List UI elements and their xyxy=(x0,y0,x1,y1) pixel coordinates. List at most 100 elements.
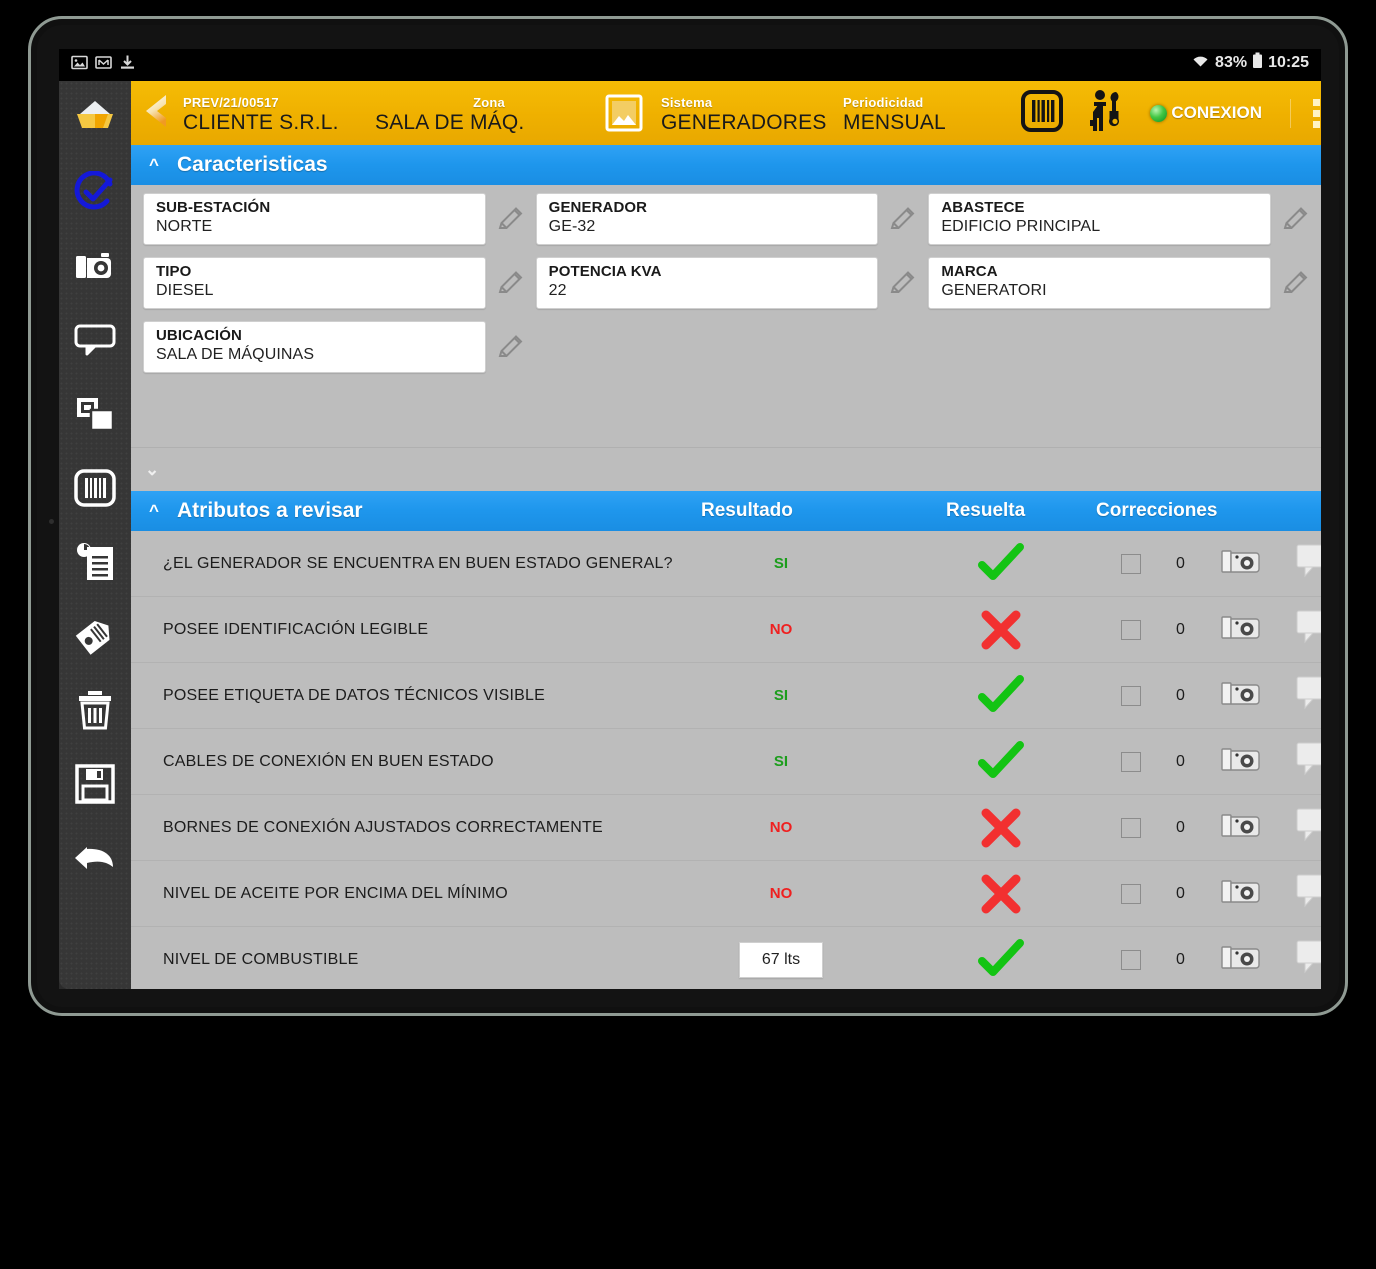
cross-icon[interactable] xyxy=(921,609,1081,651)
field-generador[interactable]: GENERADOR GE-32 xyxy=(535,193,929,245)
correction-count: 0 xyxy=(1176,554,1185,572)
field-ubicacion[interactable]: UBICACIÓN SALA DE MÁQUINAS xyxy=(143,321,536,373)
table-row[interactable]: CABLES DE CONEXIÓN EN BUEN ESTADO SI 0 xyxy=(131,729,1321,795)
attribute-result[interactable]: SI xyxy=(691,753,871,770)
attribute-result[interactable]: SI xyxy=(691,687,871,704)
pencil-icon[interactable] xyxy=(486,204,536,234)
comment-icon[interactable] xyxy=(1296,940,1321,979)
sidebar-item-check[interactable] xyxy=(59,155,131,229)
table-row[interactable]: POSEE IDENTIFICACIÓN LEGIBLE NO 0 xyxy=(131,597,1321,663)
caracteristicas-row: UBICACIÓN SALA DE MÁQUINAS xyxy=(131,321,1321,385)
connection-label: CONEXION xyxy=(1171,103,1262,122)
barcode-icon[interactable] xyxy=(1020,89,1064,137)
sidebar-item-trash[interactable] xyxy=(59,673,131,747)
pencil-icon[interactable] xyxy=(878,204,928,234)
field-sub-estacion[interactable]: SUB-ESTACIÓN NORTE xyxy=(143,193,536,245)
cross-icon[interactable] xyxy=(921,873,1081,915)
camera-icon[interactable] xyxy=(1221,611,1261,648)
table-row[interactable]: BORNES DE CONEXIÓN AJUSTADOS CORRECTAMEN… xyxy=(131,795,1321,861)
sidebar-item-tag[interactable] xyxy=(59,599,131,673)
chevron-down-icon[interactable]: ⌄ xyxy=(145,460,159,480)
comment-icon[interactable] xyxy=(1296,610,1321,649)
comment-icon[interactable] xyxy=(1296,874,1321,913)
pencil-icon[interactable] xyxy=(1271,268,1321,298)
pencil-icon[interactable] xyxy=(486,268,536,298)
check-icon[interactable] xyxy=(921,542,1081,585)
correction-checkbox[interactable] xyxy=(1121,949,1141,970)
attribute-name: NIVEL DE ACEITE POR ENCIMA DEL MÍNIMO xyxy=(163,884,508,902)
sidebar-item-back[interactable] xyxy=(59,821,131,895)
caracteristicas-expand-toggle[interactable]: ⌄ xyxy=(131,447,1321,491)
check-icon[interactable] xyxy=(921,740,1081,783)
attribute-result[interactable]: NO xyxy=(691,621,871,638)
attribute-result[interactable]: NO xyxy=(691,819,871,836)
sidebar-item-save[interactable] xyxy=(59,747,131,821)
correction-checkbox[interactable] xyxy=(1121,619,1141,640)
atributos-table: ¿EL GENERADOR SE ENCUENTRA EN BUEN ESTAD… xyxy=(131,531,1321,989)
correction-checkbox[interactable] xyxy=(1121,817,1141,838)
field-value: DIESEL xyxy=(156,282,214,299)
fuel-level-value[interactable]: 67 lts xyxy=(738,941,824,978)
camera-icon[interactable] xyxy=(1221,941,1261,978)
field-value: EDIFICIO PRINCIPAL xyxy=(941,218,1101,235)
sidebar-item-comment[interactable] xyxy=(59,303,131,377)
comment-icon[interactable] xyxy=(1296,676,1321,715)
correction-checkbox[interactable] xyxy=(1121,553,1141,574)
sidebar-item-folder[interactable] xyxy=(59,81,131,155)
attribute-result[interactable]: SI xyxy=(691,555,871,572)
caracteristicas-header[interactable]: ^ Caracteristicas xyxy=(131,145,1321,185)
sidebar-item-camera[interactable] xyxy=(59,229,131,303)
caracteristicas-title: Caracteristicas xyxy=(177,153,328,176)
field-tipo[interactable]: TIPO DIESEL xyxy=(143,257,536,309)
save-icon xyxy=(75,764,115,804)
table-row[interactable]: POSEE ETIQUETA DE DATOS TÉCNICOS VISIBLE… xyxy=(131,663,1321,729)
camera-icon[interactable] xyxy=(1221,875,1261,912)
column-header-resultado: Resultado xyxy=(701,500,793,521)
camera-icon[interactable] xyxy=(1221,743,1261,780)
pencil-icon[interactable] xyxy=(878,268,928,298)
technician-icon[interactable] xyxy=(1086,89,1128,138)
pencil-icon[interactable] xyxy=(1271,204,1321,234)
connection-led-icon xyxy=(1150,104,1168,122)
correction-checkbox[interactable] xyxy=(1121,883,1141,904)
table-row[interactable]: ¿EL GENERADOR SE ENCUENTRA EN BUEN ESTAD… xyxy=(131,531,1321,597)
camera-icon[interactable] xyxy=(1221,677,1261,714)
sidebar-item-barcode[interactable] xyxy=(59,451,131,525)
image-icon xyxy=(71,54,88,71)
comment-icon[interactable] xyxy=(1296,544,1321,583)
correction-count: 0 xyxy=(1176,818,1185,836)
check-circle-icon xyxy=(74,171,116,213)
table-row[interactable]: NIVEL DE ACEITE POR ENCIMA DEL MÍNIMO NO… xyxy=(131,861,1321,927)
camera-icon[interactable] xyxy=(1221,545,1261,582)
sidebar-item-copy[interactable] xyxy=(59,377,131,451)
correction-checkbox[interactable] xyxy=(1121,685,1141,706)
sistema-field: Sistema GENERADORES xyxy=(661,92,839,135)
photo-icon[interactable] xyxy=(601,93,647,133)
correction-checkbox[interactable] xyxy=(1121,751,1141,772)
cross-icon[interactable] xyxy=(921,807,1081,849)
sistema-value: GENERADORES xyxy=(661,110,827,134)
order-number-field: PREV/21/00517 CLIENTE S.R.L. xyxy=(183,92,375,135)
back-button[interactable] xyxy=(131,91,183,136)
check-icon[interactable] xyxy=(921,674,1081,717)
sidebar-item-clipboard[interactable] xyxy=(59,525,131,599)
field-abastece[interactable]: ABASTECE EDIFICIO PRINCIPAL xyxy=(928,193,1321,245)
chevron-up-icon[interactable]: ^ xyxy=(145,501,163,521)
field-potencia-kva[interactable]: POTENCIA KVA 22 xyxy=(535,257,929,309)
field-marca[interactable]: MARCA GENERATORI xyxy=(928,257,1321,309)
table-row[interactable]: NIVEL DE COMBUSTIBLE 67 lts 0 xyxy=(131,927,1321,989)
attribute-result-input[interactable]: 67 lts xyxy=(691,941,871,978)
caracteristicas-row: SUB-ESTACIÓN NORTE GENERADOR GE-32 ABAST… xyxy=(131,193,1321,257)
atributos-header[interactable]: ^ Atributos a revisar Resultado Resuelta… xyxy=(131,491,1321,531)
comment-icon[interactable] xyxy=(1296,742,1321,781)
attribute-result[interactable]: NO xyxy=(691,885,871,902)
camera-icon[interactable] xyxy=(1221,809,1261,846)
attribute-name: POSEE IDENTIFICACIÓN LEGIBLE xyxy=(163,620,429,638)
comment-icon[interactable] xyxy=(1296,808,1321,847)
kebab-menu-icon[interactable] xyxy=(1290,98,1320,128)
pencil-icon[interactable] xyxy=(486,332,536,362)
correction-count: 0 xyxy=(1176,950,1185,968)
check-icon[interactable] xyxy=(921,938,1081,981)
connection-status[interactable]: CONEXION xyxy=(1150,103,1262,123)
chevron-up-icon[interactable]: ^ xyxy=(145,155,163,175)
